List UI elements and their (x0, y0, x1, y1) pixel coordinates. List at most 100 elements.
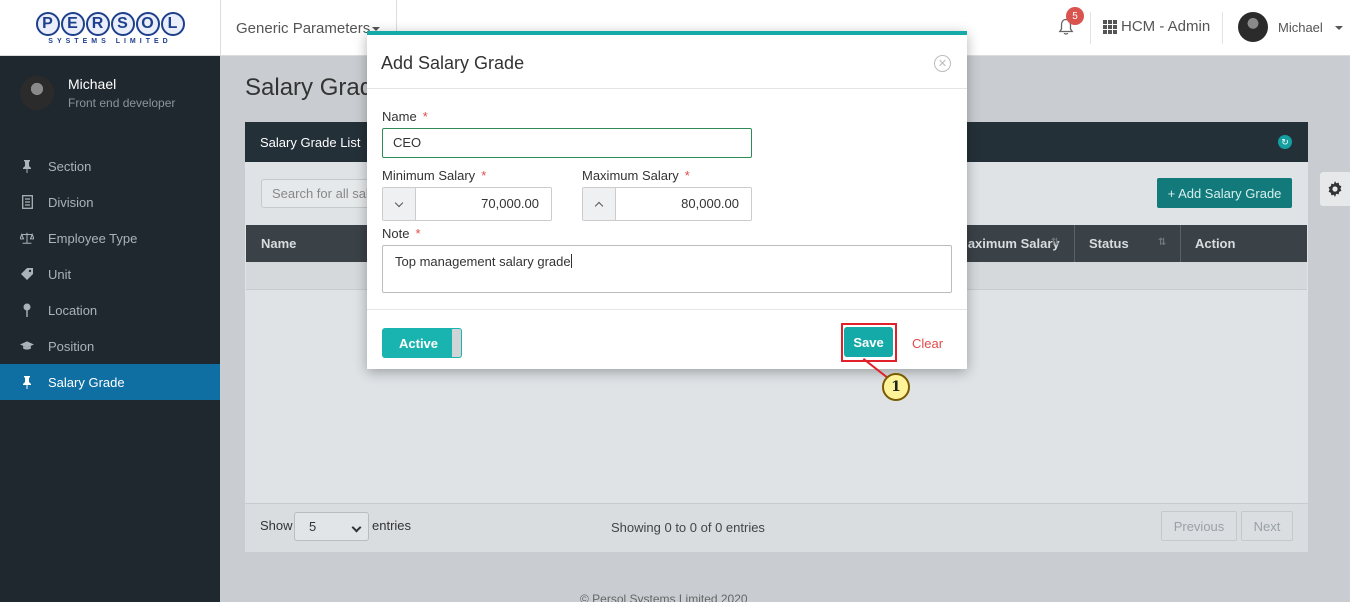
previous-page-button[interactable]: Previous (1161, 511, 1237, 541)
caret-down-icon (1334, 26, 1343, 30)
chevron-down-icon (394, 198, 404, 207)
required-mark: * (415, 226, 421, 241)
sort-icon[interactable]: ⇅ (1051, 237, 1059, 248)
modal-divider (367, 88, 967, 89)
sidebar-profile: Michael Front end developer (20, 76, 175, 110)
profile-name: Michael (68, 76, 117, 92)
column-header-name[interactable]: Name (246, 225, 296, 262)
column-header-action: Action (1195, 236, 1236, 251)
user-menu[interactable]: Michael (1238, 12, 1343, 42)
column-header-status[interactable]: Status (1074, 225, 1129, 262)
document-icon (20, 195, 34, 209)
chevron-down-icon (351, 522, 362, 533)
maximum-salary-label-text: Maximum Salary (582, 168, 679, 183)
note-value: Top management salary grade (395, 254, 571, 269)
logo-letter: R (85, 11, 110, 36)
pin-icon (20, 375, 34, 389)
logo-subtitle: SYSTEMS LIMITED (48, 37, 172, 45)
page-size-select[interactable]: 5 (294, 512, 369, 541)
next-page-button[interactable]: Next (1241, 511, 1293, 541)
sidebar-item-label: Salary Grade (48, 374, 125, 390)
sidebar-item-division[interactable]: Division (0, 184, 220, 220)
grid-icon (1103, 19, 1117, 34)
page-size-value: 5 (309, 519, 317, 534)
app-switcher[interactable]: HCM - Admin (1103, 18, 1210, 35)
header-divider (1222, 12, 1223, 44)
persol-logo[interactable]: P E R S O L SYSTEMS LIMITED (0, 0, 220, 56)
sidebar-item-position[interactable]: Position (0, 328, 220, 364)
logo-letter: O (135, 11, 160, 36)
avatar (1238, 12, 1268, 42)
maximum-salary-label: Maximum Salary * (582, 168, 690, 183)
sidebar-item-label: Section (48, 158, 92, 174)
minimum-salary-input[interactable]: 70,000.00 (382, 187, 552, 221)
app-switcher-label: HCM - Admin (1121, 18, 1211, 35)
show-label: Show (260, 518, 293, 533)
gear-icon[interactable] (1320, 172, 1350, 206)
status-toggle[interactable]: Active (382, 328, 462, 358)
sidebar-item-label: Unit (48, 266, 72, 282)
minimum-salary-label-text: Minimum Salary (382, 168, 476, 183)
search-input[interactable]: Search for all salary (261, 179, 371, 208)
sidebar-item-label: Position (48, 338, 95, 354)
text-cursor (570, 254, 572, 268)
map-pin-icon (20, 303, 34, 317)
card-title: Salary Grade List (260, 134, 361, 150)
add-salary-grade-modal: Add Salary Grade ✕ Name * CEO Minimum Sal… (367, 31, 967, 369)
sidebar-item-label: Employee Type (48, 230, 138, 246)
status-toggle-label: Active (399, 335, 439, 351)
balance-scale-icon (20, 231, 34, 245)
minimum-salary-value: 70,000.00 (481, 196, 539, 211)
chevron-up-icon (594, 201, 604, 211)
name-label-text: Name (382, 109, 417, 124)
logo-letter: E (60, 11, 85, 36)
header-divider (1090, 12, 1091, 44)
toggle-knob (452, 329, 461, 357)
sidebar-item-salary-grade[interactable]: Salary Grade (0, 364, 220, 400)
generic-parameters-label: Generic Parameters (236, 19, 371, 37)
sidebar-item-section[interactable]: Section (0, 148, 220, 184)
clear-button[interactable]: Clear (912, 336, 943, 351)
sort-icon[interactable]: ⇅ (1158, 237, 1166, 248)
modal-divider (367, 309, 967, 310)
sidebar-item-label: Location (48, 302, 98, 318)
note-textarea[interactable]: Top management salary grade (382, 245, 952, 293)
notification-badge: 5 (1066, 7, 1084, 25)
required-mark: * (422, 109, 428, 124)
sidebar-item-employee-type[interactable]: Employee Type (0, 220, 220, 256)
tag-icon (20, 267, 34, 281)
note-label-text: Note (382, 226, 410, 241)
required-mark: * (684, 168, 690, 183)
close-icon[interactable]: ✕ (934, 55, 951, 72)
pagination-info: Showing 0 to 0 of 0 entries (611, 520, 765, 535)
maximum-salary-input[interactable]: 80,000.00 (582, 187, 752, 221)
avatar (20, 76, 54, 110)
sidebar: Michael Front end developer Section Divi… (0, 56, 220, 602)
entries-label: entries (372, 518, 412, 533)
page-title: Salary Grade (245, 74, 387, 101)
sidebar-nav: Section Division Employee Type Unit Loca… (0, 148, 220, 400)
user-name: Michael (1278, 19, 1323, 35)
refresh-icon[interactable]: ↻ (1278, 135, 1292, 149)
logo-letter: L (160, 11, 185, 36)
sidebar-item-label: Division (48, 194, 94, 210)
name-label: Name * (382, 109, 428, 124)
save-button[interactable]: Save (844, 327, 893, 357)
sidebar-item-unit[interactable]: Unit (0, 256, 220, 292)
graduation-cap-icon (20, 339, 34, 353)
name-input[interactable]: CEO (382, 128, 752, 158)
sidebar-item-location[interactable]: Location (0, 292, 220, 328)
increment-button[interactable] (583, 188, 616, 220)
note-label: Note * (382, 226, 421, 241)
add-salary-grade-button[interactable]: + Add Salary Grade (1157, 178, 1292, 208)
logo-letter: S (110, 11, 135, 36)
decrement-button[interactable] (383, 188, 416, 220)
copyright: © Persol Systems Limited 2020 (580, 592, 748, 602)
logo-letter: P (35, 11, 60, 36)
profile-role: Front end developer (68, 96, 176, 110)
maximum-salary-value: 80,000.00 (681, 196, 739, 211)
logo-letters: P E R S O L (35, 11, 185, 36)
required-mark: * (481, 168, 487, 183)
minimum-salary-label: Minimum Salary * (382, 168, 486, 183)
modal-title: Add Salary Grade (381, 53, 525, 73)
